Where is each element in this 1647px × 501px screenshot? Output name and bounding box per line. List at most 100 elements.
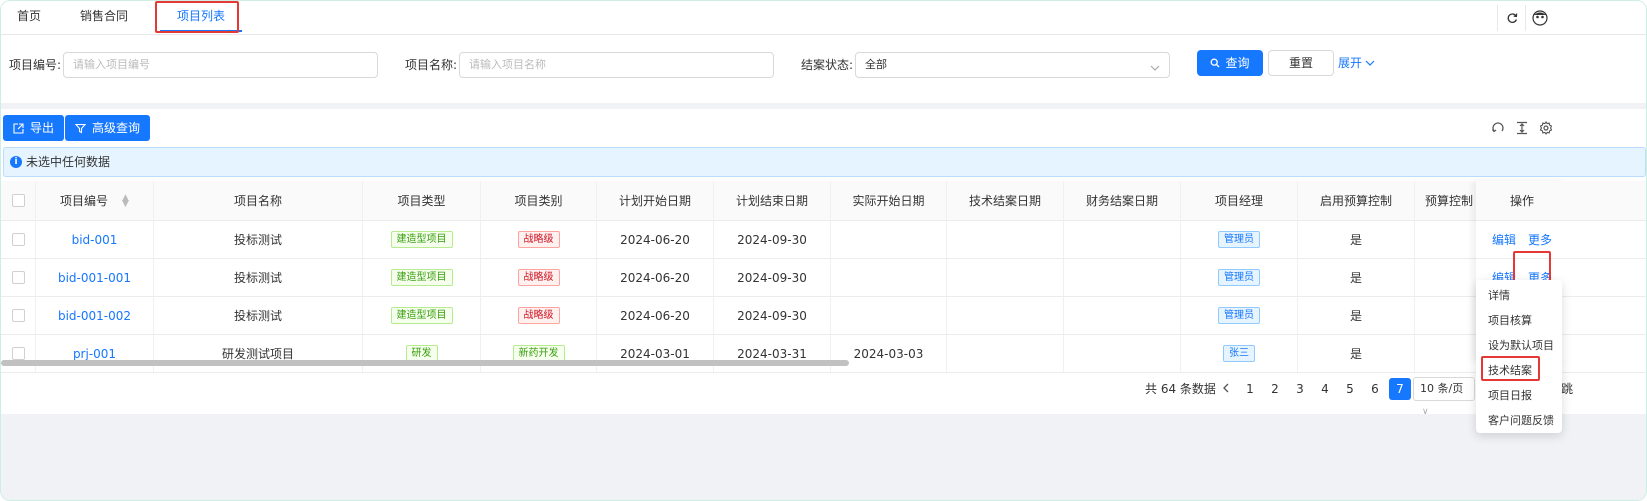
refresh-icon: [1507, 13, 1517, 24]
header-project-type: 项目类型: [363, 181, 481, 220]
app-frame: 首页 销售合同 项目列表 项目编号: 请输入项目编号 项目名称: 请输入项目名称…: [0, 0, 1647, 501]
query-button[interactable]: 查询: [1197, 50, 1263, 76]
header-project-category: 项目类别: [481, 181, 597, 220]
tab-sales-contract[interactable]: 销售合同: [71, 1, 137, 34]
cell-text: 2024-09-30: [737, 232, 807, 247]
project-no-link[interactable]: bid-001: [72, 233, 118, 247]
info-icon: i: [10, 156, 22, 168]
project-type-tag: 建造型项目: [390, 269, 453, 286]
header-plan-end: 计划结束日期: [714, 181, 831, 220]
operation-cell: 编辑 更多: [1476, 221, 1568, 259]
row-checkbox[interactable]: [11, 271, 25, 284]
page-6-button[interactable]: 6: [1364, 378, 1386, 400]
page-size-value: 10 条/页: [1420, 382, 1464, 395]
header-label: 项目类型: [397, 194, 446, 208]
reload-table-button[interactable]: [1489, 119, 1507, 137]
row-checkbox[interactable]: [11, 347, 25, 360]
table-cell: 管理员: [1181, 259, 1298, 296]
page-size-select[interactable]: 10 条/页 ∨: [1413, 377, 1475, 417]
table-cell: [1064, 297, 1181, 334]
dropdown-item[interactable]: 项目核算: [1476, 308, 1562, 333]
table-cell: 建造型项目: [363, 297, 481, 334]
cell-text: 是: [1349, 233, 1362, 247]
table-cell: 研发测试项目: [154, 335, 363, 372]
project-type-tag: 建造型项目: [390, 231, 453, 248]
header-project-no[interactable]: 项目编号 ▲ ▼: [36, 181, 154, 220]
table-cell: 2024-06-20: [597, 221, 714, 258]
table-row: prj-001 研发测试项目 研发 新药开发 2024-03-01 2024-03-31 2…: [1, 335, 1646, 373]
manager-tag: 管理员: [1218, 307, 1260, 324]
horizontal-scrollbar[interactable]: [1, 360, 849, 366]
project-no-link[interactable]: bid-001-001: [58, 271, 131, 285]
advanced-query-button[interactable]: 高级查询: [65, 115, 151, 141]
table-cell: 2024-09-30: [714, 221, 831, 258]
header-operation: 操作: [1476, 181, 1568, 221]
table-cell: 是: [1298, 335, 1415, 372]
table-cell: bid-001-001: [36, 259, 154, 296]
project-no-link[interactable]: bid-001-002: [58, 309, 131, 323]
prev-page-button[interactable]: [1215, 378, 1237, 400]
project-category-tag: 战略级: [517, 231, 560, 248]
cell-text: 2024-06-20: [620, 232, 690, 247]
avatar-icon: [1531, 10, 1548, 26]
project-name-input[interactable]: 请输入项目名称: [459, 52, 774, 78]
density-button[interactable]: [1513, 119, 1531, 137]
export-button[interactable]: 导出: [3, 115, 65, 141]
table-cell: 2024-09-30: [714, 297, 831, 334]
more-link[interactable]: 更多: [1528, 231, 1552, 248]
tab-home[interactable]: 首页: [7, 1, 51, 34]
expand-link[interactable]: 展开: [1338, 54, 1375, 71]
cell-text: 2024-03-31: [737, 346, 807, 361]
header-label: 项目经理: [1214, 194, 1263, 208]
jump-label: 跳: [1561, 382, 1574, 396]
table-cell: 管理员: [1181, 297, 1298, 334]
chevron-down-icon: [1150, 59, 1160, 83]
row-checkbox[interactable]: [11, 309, 25, 322]
selection-alert: i 未选中任何数据: [3, 147, 1646, 177]
table-cell: 投标测试: [154, 297, 363, 334]
select-all-checkbox[interactable]: [11, 194, 25, 207]
header-label: 技术结案日期: [968, 194, 1041, 208]
dropdown-item[interactable]: 客户问题反馈: [1476, 408, 1562, 433]
dropdown-item[interactable]: 设为默认项目: [1476, 333, 1562, 358]
header-budget-enabled: 启用预算控制: [1298, 181, 1415, 220]
table-cell: 管理员: [1181, 221, 1298, 258]
reset-button[interactable]: 重置: [1268, 50, 1334, 76]
tab-project-list[interactable]: 项目列表: [156, 1, 246, 34]
page-3-button[interactable]: 3: [1289, 378, 1311, 400]
dropdown-item[interactable]: 详情: [1476, 283, 1562, 308]
page-1-button[interactable]: 1: [1239, 378, 1261, 400]
row-checkbox[interactable]: [11, 233, 25, 246]
table-cell: 新药开发: [481, 335, 597, 372]
page-7-button[interactable]: 7: [1389, 378, 1411, 400]
header-label: 财务结案日期: [1085, 194, 1158, 208]
cell-text: 2024-06-20: [620, 270, 690, 285]
edit-link[interactable]: 编辑: [1492, 231, 1516, 248]
page-2-button[interactable]: 2: [1264, 378, 1286, 400]
tab-label: 销售合同: [79, 9, 128, 23]
chevron-left-icon: [1223, 383, 1229, 393]
cell-text: 是: [1349, 271, 1362, 285]
project-no-input[interactable]: 请输入项目编号: [63, 52, 378, 78]
table-cell: [947, 221, 1064, 258]
chevron-down-icon: [1365, 60, 1375, 66]
table-cell: [1, 221, 36, 258]
avatar-button[interactable]: [1525, 5, 1553, 31]
header-manager: 项目经理: [1181, 181, 1298, 220]
expand-label: 展开: [1338, 56, 1363, 70]
project-no-link[interactable]: prj-001: [73, 347, 116, 361]
page-4-button[interactable]: 4: [1314, 378, 1336, 400]
page-5-button[interactable]: 5: [1339, 378, 1361, 400]
manager-tag: 张三: [1223, 345, 1255, 362]
pagination-total: 共 64 条数据: [1145, 377, 1216, 399]
header-tech-close: 技术结案日期: [947, 181, 1064, 220]
settings-button[interactable]: [1537, 119, 1555, 137]
cell-text: 投标测试: [233, 271, 282, 285]
refresh-button[interactable]: [1497, 5, 1525, 31]
dropdown-item[interactable]: 项目日报: [1476, 383, 1562, 408]
sort-icon: ▲ ▼: [122, 192, 129, 209]
status-select[interactable]: 全部: [855, 52, 1170, 78]
dropdown-item[interactable]: 技术结案: [1476, 358, 1562, 383]
gear-icon: [1539, 121, 1553, 135]
header-plan-start: 计划开始日期: [597, 181, 714, 220]
